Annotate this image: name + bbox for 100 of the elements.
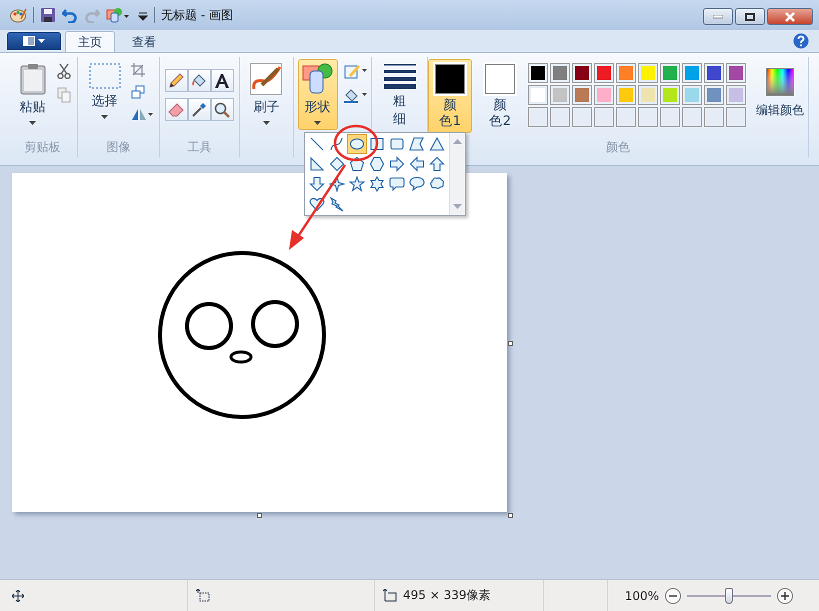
- crop-icon[interactable]: [130, 63, 145, 77]
- group-label: 图像: [106, 139, 131, 156]
- paintbrush-icon: [250, 63, 282, 95]
- selection-size-icon: [196, 589, 210, 602]
- color-picker-tool[interactable]: [188, 98, 211, 121]
- shapes-caret-icon[interactable]: [106, 7, 132, 23]
- palette-color[interactable]: [684, 88, 699, 102]
- image-size-text: 495 × 339像素: [403, 587, 490, 604]
- text-tool[interactable]: [210, 69, 234, 92]
- ribbon-tab[interactable]: 主页: [65, 31, 115, 52]
- shape-option[interactable]: [347, 174, 367, 194]
- maximize-button[interactable]: [735, 8, 765, 25]
- color-spectrum-icon: [766, 68, 794, 96]
- close-button[interactable]: [767, 8, 813, 25]
- shape-option[interactable]: [307, 174, 327, 194]
- pencil-tool[interactable]: [164, 69, 188, 92]
- magnifier-icon: [214, 102, 230, 118]
- eraser-tool[interactable]: [164, 98, 188, 121]
- palette-color[interactable]: [706, 88, 721, 102]
- shape-option[interactable]: [327, 154, 347, 174]
- shape-option[interactable]: [347, 134, 367, 154]
- ribbon-tab[interactable]: 查看: [119, 31, 169, 52]
- eraser-icon: [168, 102, 184, 118]
- palette-color[interactable]: [706, 66, 721, 80]
- app-menu-button[interactable]: [7, 32, 61, 50]
- paint-bucket-icon: [191, 72, 208, 88]
- color-1-button[interactable]: 颜色 1: [428, 59, 472, 132]
- resize-handle[interactable]: [508, 341, 513, 346]
- pencil-icon: [168, 72, 184, 88]
- palette-color[interactable]: [618, 88, 633, 102]
- group-label: 颜色: [606, 139, 630, 156]
- palette-color[interactable]: [574, 66, 589, 80]
- palette-color[interactable]: [728, 66, 743, 80]
- rotate-caret-icon[interactable]: [130, 107, 153, 121]
- image-size-icon: [383, 589, 397, 602]
- move-cursor-icon: [12, 590, 24, 602]
- line-widths-icon: [384, 63, 416, 89]
- undo-icon[interactable]: [62, 7, 78, 23]
- window-title: 无标题 - 画图: [161, 6, 233, 24]
- selection-rectangle-icon: [88, 63, 121, 89]
- shape-option[interactable]: [407, 174, 427, 194]
- select-button[interactable]: 选择: [84, 59, 125, 124]
- menu-icon: [22, 35, 46, 47]
- paste-button[interactable]: 粘贴: [14, 59, 51, 130]
- caret-icon: [101, 114, 108, 119]
- shape-option[interactable]: [427, 154, 447, 174]
- shape-option[interactable]: [387, 154, 407, 174]
- shapes-button[interactable]: 形状: [298, 59, 338, 130]
- minimize-icon: [713, 14, 723, 18]
- annotation-circle: [334, 124, 378, 162]
- paint-palette-icon[interactable]: [9, 7, 27, 23]
- palette-color[interactable]: [640, 66, 655, 80]
- palette-color[interactable]: [662, 88, 677, 102]
- zoom-slider-thumb[interactable]: [725, 588, 733, 604]
- palette-color[interactable]: [596, 88, 611, 102]
- help-icon[interactable]: [793, 33, 809, 49]
- shape-option[interactable]: [407, 154, 427, 174]
- palette-color[interactable]: [596, 66, 611, 80]
- palette-color[interactable]: [574, 88, 589, 102]
- shape-option[interactable]: [367, 154, 387, 174]
- palette-color[interactable]: [552, 88, 567, 102]
- brushes-button[interactable]: 刷子: [246, 59, 286, 130]
- resize-handle[interactable]: [257, 513, 262, 518]
- palette-color[interactable]: [640, 88, 655, 102]
- palette-color[interactable]: [662, 66, 677, 80]
- save-icon[interactable]: [40, 7, 56, 23]
- zoom-in-button[interactable]: [777, 588, 793, 604]
- letter-a-icon: [214, 72, 230, 88]
- shape-option[interactable]: [347, 154, 367, 174]
- caret-icon: [29, 120, 36, 125]
- palette-color[interactable]: [728, 88, 743, 102]
- caret-icon: [314, 120, 322, 125]
- palette-color[interactable]: [618, 66, 633, 80]
- palette-color[interactable]: [530, 66, 545, 80]
- magnifier-tool[interactable]: [210, 98, 234, 121]
- fill-tool[interactable]: [188, 69, 211, 92]
- clipboard-icon: [18, 63, 47, 95]
- size-button[interactable]: 粗细: [380, 59, 420, 134]
- palette-color[interactable]: [552, 66, 567, 80]
- zoom-percent: 100%: [624, 588, 659, 602]
- close-icon: [784, 12, 796, 22]
- edit-colors-button[interactable]: 编辑颜色: [752, 59, 808, 124]
- maximize-icon: [745, 12, 755, 20]
- group-label: 工具: [187, 139, 212, 156]
- resize-handle[interactable]: [508, 513, 513, 518]
- fill-bucket-caret-icon[interactable]: [344, 87, 368, 103]
- zoom-out-button[interactable]: [665, 588, 681, 604]
- group-label: 剪贴板: [24, 139, 61, 156]
- minimize-button[interactable]: [703, 8, 733, 25]
- eyedropper-icon: [191, 102, 208, 118]
- outline-pencil-caret-icon[interactable]: [344, 63, 368, 79]
- color-2-button[interactable]: 颜色 2: [478, 59, 522, 132]
- shapes-icon: [302, 63, 334, 95]
- shape-option[interactable]: [367, 174, 387, 194]
- plus-icon: [781, 592, 789, 600]
- caret-icon: [262, 120, 270, 125]
- palette-color[interactable]: [684, 66, 699, 80]
- scissors-icon[interactable]: [56, 63, 71, 79]
- palette-color[interactable]: [530, 88, 545, 102]
- resize-icon[interactable]: [130, 85, 145, 99]
